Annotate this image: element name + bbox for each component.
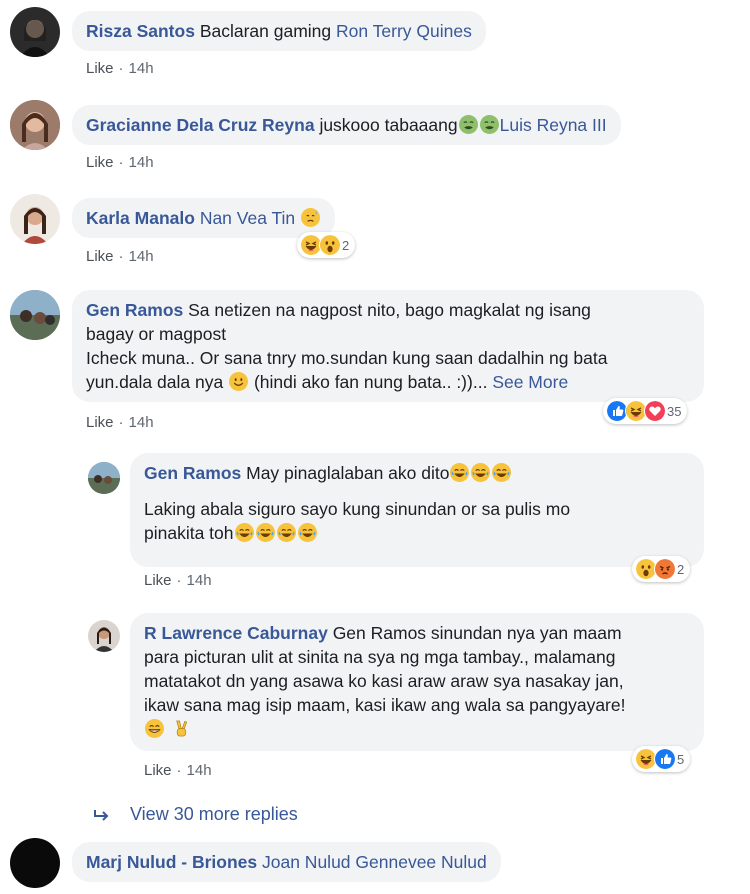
- comment-meta: Like · 14h: [86, 414, 154, 431]
- comment-author[interactable]: Risza Santos: [86, 21, 195, 41]
- reaction-count: 5: [677, 751, 685, 767]
- avatar-photo: [22, 207, 48, 244]
- view-more-replies-label[interactable]: View 30 more replies: [130, 804, 298, 825]
- reaction-count: 35: [667, 403, 682, 419]
- tagged-user[interactable]: Luis Reyna III: [500, 115, 607, 135]
- victory-hand-emoji-icon: [171, 719, 190, 738]
- tears-of-joy-emoji-icon: [256, 523, 275, 542]
- reply-bubble: R Lawrence Caburnay Gen Ramos sinundan n…: [130, 613, 704, 751]
- grinning-emoji-icon: [145, 719, 164, 738]
- reply-text-line: Gen Ramos sinundan nya yan maam: [332, 623, 622, 643]
- comment-text: juskooo tabaaang: [319, 115, 458, 135]
- reply-bubble: Gen Ramos May pinaglalaban ako dito Laki…: [130, 453, 704, 567]
- avatar-gen-ramos[interactable]: [10, 290, 60, 340]
- reaction-count: 2: [342, 237, 350, 253]
- comment-author[interactable]: Gen Ramos: [86, 300, 183, 320]
- reply-arrow-icon: [94, 809, 109, 821]
- comment-meta: Like · 14h: [86, 154, 154, 171]
- comment-time[interactable]: 14h: [129, 60, 154, 77]
- reaction-summary[interactable]: 5: [632, 746, 691, 772]
- reaction-count: 2: [677, 561, 685, 577]
- avatar-gracianne[interactable]: [10, 100, 60, 150]
- like-link[interactable]: Like: [86, 60, 114, 77]
- see-more-link[interactable]: See More: [492, 372, 568, 392]
- comment-meta: Like · 14h: [86, 60, 154, 77]
- comment-text: Baclaran gaming: [199, 21, 332, 41]
- comment-time[interactable]: 14h: [129, 414, 154, 431]
- avatar-gen-ramos[interactable]: [88, 462, 120, 494]
- comment-author[interactable]: Karla Manalo: [86, 208, 195, 228]
- reply-text-line: pinakita toh: [144, 523, 234, 543]
- comment-time[interactable]: 14h: [129, 154, 154, 171]
- tears-of-joy-emoji-icon: [471, 463, 490, 482]
- comment-text-line: yun.dala dala nya: [86, 372, 224, 392]
- love-reaction-icon: [644, 400, 666, 422]
- comment-bubble: Marj Nulud - Briones Joan Nulud Gennevee…: [72, 842, 501, 882]
- comment-bubble: Gracianne Dela Cruz Reyna juskooo tabaaa…: [72, 105, 621, 145]
- comment-bubble: Gen Ramos Sa netizen na nagpost nito, ba…: [72, 290, 704, 402]
- avatar-marj-nulud-briones[interactable]: [10, 838, 60, 888]
- like-link[interactable]: Like: [86, 414, 114, 431]
- reaction-summary[interactable]: 35: [603, 398, 688, 424]
- comment-text-line: Icheck muna.. Or sana tnry mo.sundan kun…: [86, 348, 608, 368]
- reply-meta: Like · 14h: [144, 762, 212, 779]
- reply-author[interactable]: Gen Ramos: [144, 463, 241, 483]
- avatar-karla-manalo[interactable]: [10, 194, 60, 244]
- tagged-user[interactable]: Joan Nulud Gennevee Nulud: [262, 852, 487, 872]
- tagged-user[interactable]: Nan Vea Tin: [200, 208, 295, 228]
- tears-of-joy-emoji-icon: [298, 523, 317, 542]
- like-link[interactable]: Like: [144, 762, 172, 779]
- tagged-user[interactable]: Ron Terry Quines: [336, 21, 472, 41]
- tears-of-joy-emoji-icon: [492, 463, 511, 482]
- like-reaction-icon: [654, 748, 676, 770]
- comment-author[interactable]: Gracianne Dela Cruz Reyna: [86, 115, 315, 135]
- tears-of-joy-emoji-icon: [235, 523, 254, 542]
- comment-meta: Like · 14h: [86, 248, 154, 265]
- tears-of-joy-emoji-icon: [277, 523, 296, 542]
- comment-bubble: Karla Manalo Nan Vea Tin: [72, 198, 336, 238]
- reply-author[interactable]: R Lawrence Caburnay: [144, 623, 328, 643]
- nauseated-emoji-icon: [480, 115, 499, 134]
- reply-text-line: matatakot dn yang asawa ko kasi araw ara…: [144, 671, 624, 691]
- avatar-photo: [94, 627, 114, 652]
- reply-time[interactable]: 14h: [187, 572, 212, 589]
- comment-bubble: Risza Santos Baclaran gaming Ron Terry Q…: [72, 11, 486, 51]
- comment-text-line: (hindi ako fan nung bata.. :))...: [253, 372, 488, 392]
- smile-emoji-icon: [229, 372, 248, 391]
- nauseated-emoji-icon: [459, 115, 478, 134]
- comment-text-line: bagay or magpost: [86, 324, 227, 344]
- wow-reaction-icon: [319, 234, 341, 256]
- like-link[interactable]: Like: [86, 154, 114, 171]
- reply-text-line: ikaw sana mag isip maam, kasi ikaw ang w…: [144, 695, 626, 715]
- anxious-sweat-emoji-icon: [301, 208, 320, 227]
- reply-time[interactable]: 14h: [187, 762, 212, 779]
- tears-of-joy-emoji-icon: [450, 463, 469, 482]
- reaction-summary[interactable]: 2: [632, 556, 691, 582]
- avatar-photo: [10, 100, 60, 150]
- reply-text-line: Laking abala siguro sayo kung sinundan o…: [144, 499, 571, 519]
- avatar-photo: [20, 20, 50, 57]
- avatar-risza-santos[interactable]: [10, 7, 60, 57]
- reply-meta: Like · 14h: [144, 572, 212, 589]
- reply-text: May pinaglalaban ako dito: [246, 463, 450, 483]
- avatar-photo: [88, 462, 120, 494]
- comment-text-line: Sa netizen na nagpost nito, bago magkala…: [188, 300, 591, 320]
- like-link[interactable]: Like: [144, 572, 172, 589]
- reaction-summary[interactable]: 2: [297, 232, 356, 258]
- comment-author[interactable]: Marj Nulud - Briones: [86, 852, 257, 872]
- view-more-replies-link[interactable]: View 30 more replies: [92, 804, 298, 825]
- reply-text-line: para picturan ulit at sinita na sya ng m…: [144, 647, 616, 667]
- avatar-r-lawrence-caburnay[interactable]: [88, 620, 120, 652]
- angry-reaction-icon: [654, 558, 676, 580]
- like-link[interactable]: Like: [86, 248, 114, 265]
- avatar-photo: [10, 290, 60, 340]
- comment-time[interactable]: 14h: [129, 248, 154, 265]
